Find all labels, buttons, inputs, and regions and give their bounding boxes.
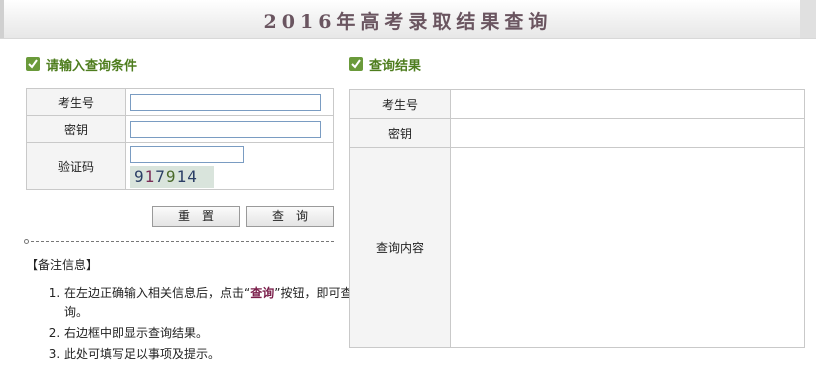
captcha-char: 9 (165, 167, 177, 186)
exam-id-label: 考生号 (26, 88, 126, 116)
checkbox-icon (349, 57, 363, 71)
form-row-captcha: 验证码 917914 (26, 142, 334, 190)
notes-title: 【备注信息】 (26, 258, 99, 272)
query-form: 考生号 密钥 验证码 917914 (26, 88, 334, 190)
query-button[interactable]: 查询 (246, 206, 334, 227)
note-text: 在左边正确输入相关信息后，点击“ (64, 286, 251, 300)
note-item: 在左边正确输入相关信息后，点击“查询”按钮，即可查询。 (64, 284, 354, 322)
result-section-heading: 查询结果 (349, 55, 422, 74)
result-content-label: 查询内容 (349, 147, 451, 348)
reset-button[interactable]: 重置 (152, 206, 240, 227)
note-item: 此处可填写足以事项及提示。 (64, 345, 354, 364)
captcha-char: 7 (155, 167, 166, 186)
note-text: 此处可填写足以事项及提示。 (64, 347, 221, 361)
form-row-exam-id: 考生号 (26, 88, 334, 116)
note-text: 右边框中即显示查询结果。 (64, 326, 209, 340)
key-label: 密钥 (26, 115, 126, 143)
header-right-edge (800, 0, 816, 38)
captcha-char: 1 (144, 167, 156, 186)
captcha-image[interactable]: 917914 (130, 166, 214, 188)
result-key-label: 密钥 (349, 118, 451, 148)
notes-divider (26, 241, 334, 242)
query-section-heading: 请输入查询条件 (26, 55, 138, 74)
exam-id-cell (125, 88, 334, 116)
captcha-input[interactable] (130, 146, 244, 163)
result-table: 考生号 密钥 查询内容 (349, 89, 805, 348)
notes-list: 在左边正确输入相关信息后，点击“查询”按钮，即可查询。 右边框中即显示查询结果。… (26, 284, 354, 366)
captcha-cell: 917914 (125, 142, 334, 190)
query-section-title: 请输入查询条件 (46, 58, 138, 74)
page-header: 2016年高考录取结果查询 (0, 0, 816, 39)
result-exam-id-value (450, 89, 805, 119)
exam-id-input[interactable] (130, 93, 321, 111)
captcha-char: 4 (187, 167, 198, 186)
divider-dot (24, 239, 29, 244)
result-row: 密钥 (349, 118, 805, 148)
page-title: 2016年高考录取结果查询 (263, 11, 553, 33)
result-section-title: 查询结果 (369, 58, 422, 74)
captcha-char: 9 (134, 167, 145, 186)
captcha-label: 验证码 (26, 142, 126, 190)
note-item: 右边框中即显示查询结果。 (64, 324, 354, 343)
result-exam-id-label: 考生号 (349, 89, 451, 119)
result-key-value (450, 118, 805, 148)
note-emphasis: 查询 (250, 286, 275, 300)
form-row-key: 密钥 (26, 115, 334, 143)
result-row: 查询内容 (349, 147, 805, 348)
key-cell (125, 115, 334, 143)
result-row: 考生号 (349, 89, 805, 119)
key-input[interactable] (130, 120, 321, 138)
checkbox-icon (26, 57, 40, 71)
captcha-char: 1 (176, 167, 188, 186)
result-content-value (450, 147, 805, 348)
